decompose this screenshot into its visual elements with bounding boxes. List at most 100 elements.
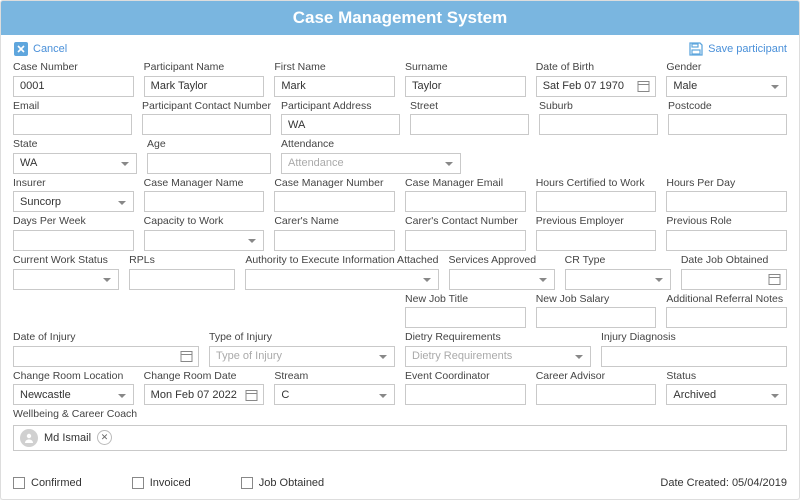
cr-type-select[interactable] (565, 269, 671, 290)
days-week-input[interactable] (13, 230, 134, 251)
job-obtained-checkbox[interactable]: Job Obtained (241, 477, 324, 489)
avatar-icon (20, 429, 38, 447)
calendar-icon (245, 388, 258, 401)
gender-select[interactable]: Male (666, 76, 787, 97)
date-job-label: Date Job Obtained (681, 254, 787, 267)
carer-contact-input[interactable] (405, 230, 526, 251)
participant-contact-input[interactable] (142, 114, 271, 135)
insurer-select[interactable]: Suncorp (13, 191, 134, 212)
capacity-select[interactable] (144, 230, 265, 251)
services-approved-select[interactable] (449, 269, 555, 290)
status-select[interactable]: Archived (666, 384, 787, 405)
coach-value: Md Ismail (44, 432, 91, 444)
status-label: Status (666, 370, 787, 383)
event-coord-input[interactable] (405, 384, 526, 405)
hours-cert-input[interactable] (536, 191, 657, 212)
close-icon (13, 41, 29, 57)
first-name-input[interactable]: Mark (274, 76, 395, 97)
participant-contact-label: Participant Contact Number (142, 100, 271, 113)
case-number-input[interactable]: 0001 (13, 76, 134, 97)
cm-name-label: Case Manager Name (144, 177, 265, 190)
coach-label: Wellbeing & Career Coach (13, 408, 787, 421)
prev-role-input[interactable] (666, 230, 787, 251)
hours-day-input[interactable] (666, 191, 787, 212)
date-injury-label: Date of Injury (13, 331, 199, 344)
state-select[interactable]: WA (13, 153, 137, 174)
dietry-select[interactable]: Dietry Requirements (405, 346, 591, 367)
new-job-title-label: New Job Title (405, 293, 526, 306)
change-room-date-input[interactable]: Mon Feb 07 2022 (144, 384, 265, 405)
participant-name-label: Participant Name (144, 61, 265, 74)
cm-number-input[interactable] (274, 191, 395, 212)
stream-select[interactable]: C (274, 384, 395, 405)
cur-work-status-select[interactable] (13, 269, 119, 290)
rpls-label: RPLs (129, 254, 235, 267)
date-injury-input[interactable] (13, 346, 199, 367)
change-room-loc-label: Change Room Location (13, 370, 134, 383)
rpls-input[interactable] (129, 269, 235, 290)
cancel-button[interactable]: Cancel (13, 41, 67, 57)
gender-label: Gender (666, 61, 787, 74)
confirmed-checkbox[interactable]: Confirmed (13, 477, 82, 489)
new-job-salary-input[interactable] (536, 307, 657, 328)
attendance-select[interactable]: Attendance (281, 153, 461, 174)
participant-address-input[interactable]: WA (281, 114, 400, 135)
state-label: State (13, 138, 137, 151)
street-label: Street (410, 100, 529, 113)
participant-name-input[interactable]: Mark Taylor (144, 76, 265, 97)
prev-employer-input[interactable] (536, 230, 657, 251)
cm-number-label: Case Manager Number (274, 177, 395, 190)
insurer-label: Insurer (13, 177, 134, 190)
days-week-label: Days Per Week (13, 215, 134, 228)
date-job-input[interactable] (681, 269, 787, 290)
cm-name-input[interactable] (144, 191, 265, 212)
stream-label: Stream (274, 370, 395, 383)
authority-label: Authority to Execute Information Attache… (245, 254, 438, 267)
cm-email-input[interactable] (405, 191, 526, 212)
email-input[interactable] (13, 114, 132, 135)
cancel-label: Cancel (33, 43, 67, 55)
surname-label: Surname (405, 61, 526, 74)
age-input[interactable] (147, 153, 271, 174)
change-room-date-label: Change Room Date (144, 370, 265, 383)
remove-coach-button[interactable]: ✕ (97, 430, 112, 445)
dob-label: Date of Birth (536, 61, 657, 74)
carer-name-input[interactable] (274, 230, 395, 251)
career-advisor-label: Career Advisor (536, 370, 657, 383)
postcode-label: Postcode (668, 100, 787, 113)
type-injury-select[interactable]: Type of Injury (209, 346, 395, 367)
authority-select[interactable] (245, 269, 438, 290)
calendar-icon (637, 80, 650, 93)
age-label: Age (147, 138, 271, 151)
surname-input[interactable]: Taylor (405, 76, 526, 97)
save-label: Save participant (708, 43, 787, 55)
first-name-label: First Name (274, 61, 395, 74)
career-advisor-input[interactable] (536, 384, 657, 405)
referral-notes-input[interactable] (666, 307, 787, 328)
save-icon (688, 41, 704, 57)
cr-type-label: CR Type (565, 254, 671, 267)
referral-notes-label: Additional Referral Notes (666, 293, 787, 306)
new-job-title-input[interactable] (405, 307, 526, 328)
injury-diag-input[interactable] (601, 346, 787, 367)
attendance-label: Attendance (281, 138, 461, 151)
coach-input[interactable]: Md Ismail ✕ (13, 425, 787, 451)
dob-input[interactable]: Sat Feb 07 1970 (536, 76, 657, 97)
postcode-input[interactable] (668, 114, 787, 135)
cm-email-label: Case Manager Email (405, 177, 526, 190)
participant-address-label: Participant Address (281, 100, 400, 113)
capacity-label: Capacity to Work (144, 215, 265, 228)
calendar-icon (180, 350, 193, 363)
app-title: Case Management System (1, 1, 799, 35)
street-input[interactable] (410, 114, 529, 135)
date-created: Date Created: 05/04/2019 (660, 477, 787, 489)
invoiced-checkbox[interactable]: Invoiced (132, 477, 191, 489)
hours-cert-label: Hours Certified to Work (536, 177, 657, 190)
cur-work-status-label: Current Work Status (13, 254, 119, 267)
suburb-input[interactable] (539, 114, 658, 135)
save-button[interactable]: Save participant (688, 41, 787, 57)
case-number-label: Case Number (13, 61, 134, 74)
change-room-loc-select[interactable]: Newcastle (13, 384, 134, 405)
dietry-label: Dietry Requirements (405, 331, 591, 344)
injury-diag-label: Injury Diagnosis (601, 331, 787, 344)
